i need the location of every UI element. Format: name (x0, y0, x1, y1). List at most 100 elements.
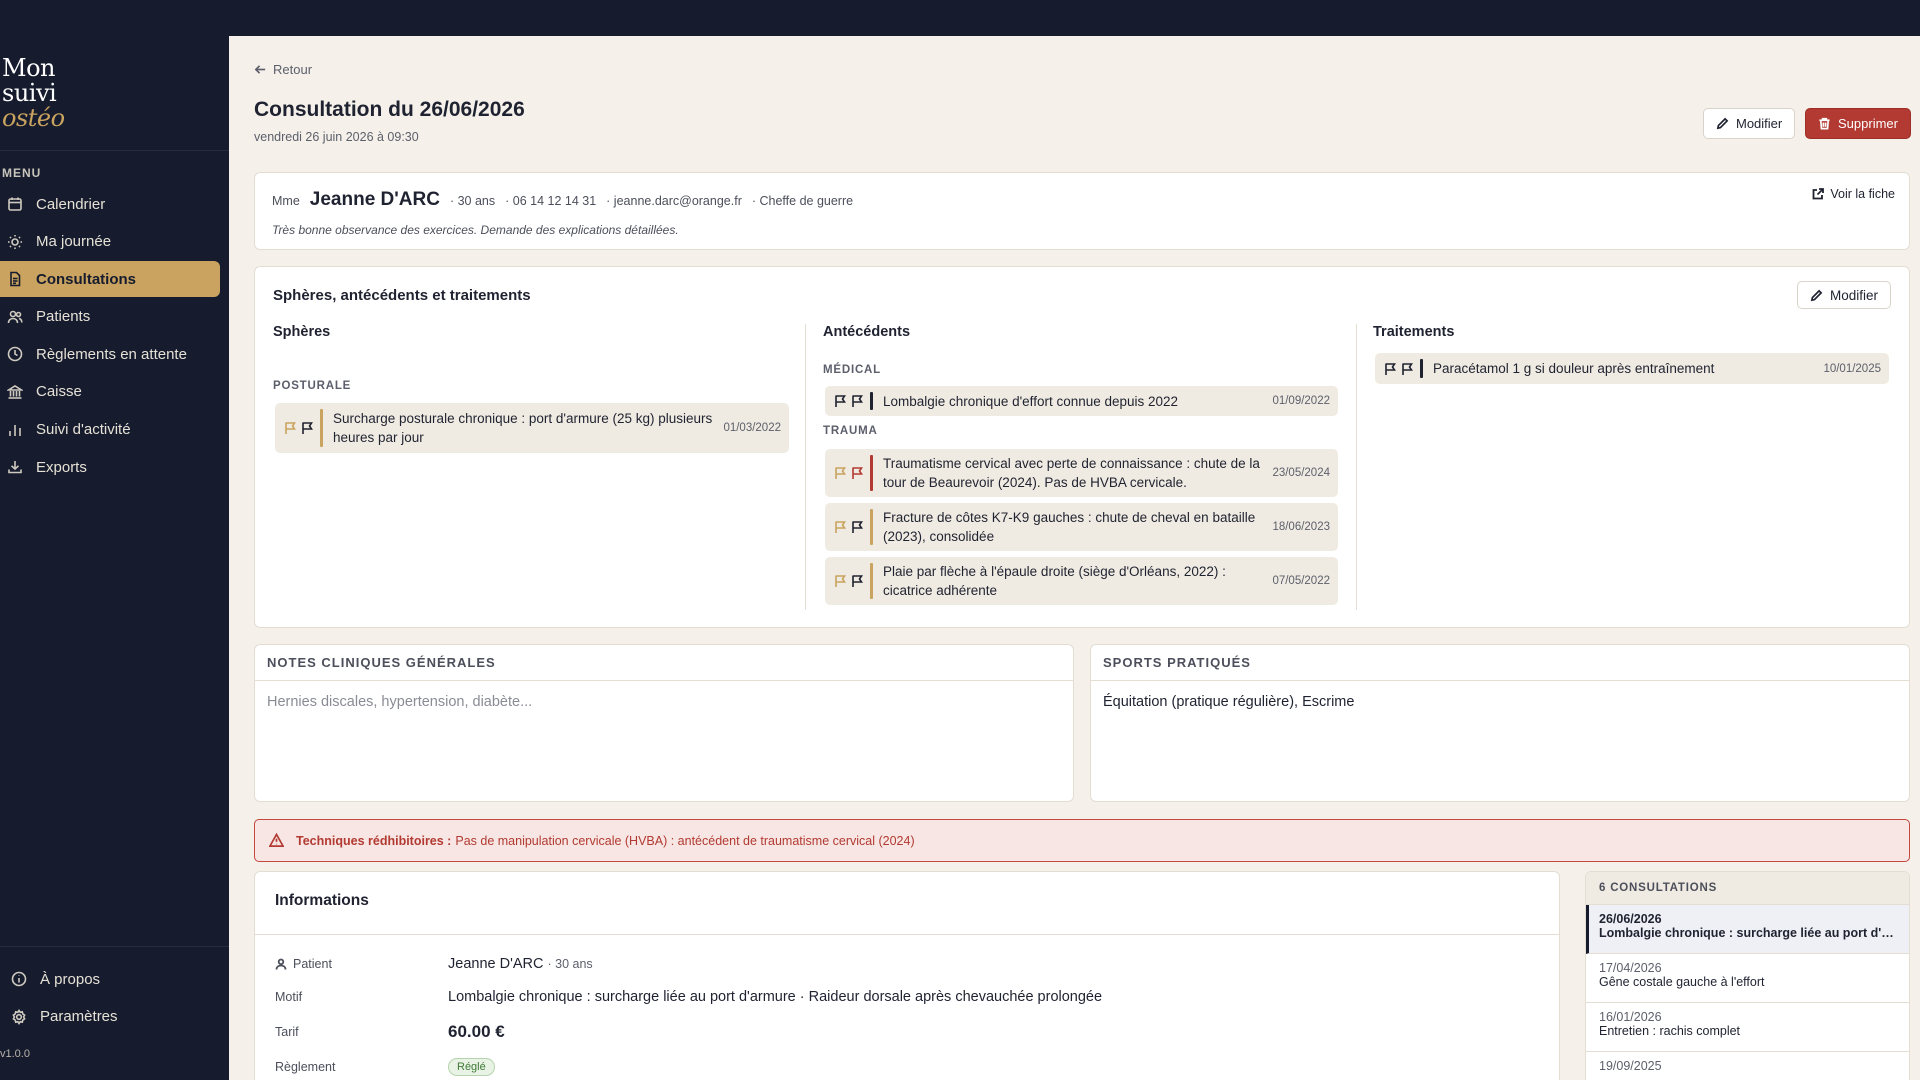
traitement-item[interactable]: Paracétamol 1 g si douleur après entraîn… (1375, 353, 1889, 384)
sidebar-item-caisse[interactable]: Caisse (0, 374, 220, 410)
delete-button[interactable]: Supprimer (1805, 108, 1911, 139)
severity-bar (870, 563, 873, 599)
flag-group (834, 466, 870, 480)
contraindication-alert: Techniques rédhibitoires : Pas de manipu… (254, 819, 1910, 862)
info-value-tarif: 60.00 € (448, 1022, 505, 1041)
voir-fiche-link[interactable]: Voir la fiche (1812, 187, 1895, 201)
users-icon (6, 308, 24, 326)
clinical-notes-input[interactable]: Hernies discales, hypertension, diabète.… (255, 681, 1073, 723)
flag-icon[interactable] (834, 574, 847, 588)
consultation-date: 19/09/2025 (1599, 1059, 1662, 1073)
spheres-column: Sphères (273, 324, 330, 340)
antecedent-item[interactable]: Traumatisme cervical avec perte de conna… (825, 449, 1338, 497)
consultation-list-item[interactable]: 19/09/2025 (1586, 1052, 1909, 1080)
user-icon (275, 958, 287, 970)
item-text: Surcharge posturale chronique : port d'a… (333, 411, 713, 445)
item-text: Plaie par flèche à l'épaule droite (sièg… (883, 564, 1226, 598)
info-label-patient: Patient (275, 957, 448, 971)
sidebar-item-consultations[interactable]: Consultations (0, 261, 220, 298)
sphere-item[interactable]: Surcharge posturale chronique : port d'a… (275, 403, 789, 453)
flag-icon[interactable] (1384, 362, 1397, 376)
spheres-title: Sphères (273, 324, 331, 340)
document-icon (6, 270, 24, 288)
sidebar-item-ma-journee[interactable]: Ma journée (0, 224, 220, 260)
sports-input[interactable]: Équitation (pratique régulière), Escrime (1091, 681, 1909, 723)
sidebar-item-suivi-activite[interactable]: Suivi d'activité (0, 412, 220, 448)
sidebar-item-label: Exports (36, 458, 87, 476)
history-modify-button[interactable]: Modifier (1796, 281, 1891, 309)
flag-icon[interactable] (851, 574, 864, 588)
sidebar-bottom-divider (0, 946, 229, 947)
info-label-text: Patient (293, 957, 332, 971)
antecedent-item[interactable]: Lombalgie chronique d'effort connue depu… (825, 386, 1338, 416)
delete-label: Supprimer (1838, 116, 1898, 131)
modify-label: Modifier (1736, 116, 1783, 131)
sidebar-item-label: Ma journée (36, 233, 112, 251)
consultation-motif: Lombalgie chronique : surcharge liée au … (1599, 926, 1896, 940)
patient-summary: Mme Jeanne D'ARC · 30 ans · 06 14 12 14 … (272, 189, 853, 211)
antecedents-column: Antécédents (823, 324, 910, 340)
flag-group (1384, 362, 1420, 376)
sidebar-item-reglements[interactable]: Règlements en attente (0, 336, 220, 372)
sidebar-item-label: Paramètres (40, 1008, 118, 1026)
back-link[interactable]: Retour (254, 62, 312, 77)
flag-icon[interactable] (834, 520, 847, 534)
arrow-left-icon (254, 65, 266, 74)
info-value-motif: Lombalgie chronique : surcharge liée au … (448, 989, 1103, 1005)
clock-icon (6, 345, 24, 363)
history-card: Sphères, antécédents et traitements Modi… (254, 266, 1910, 628)
warning-icon (269, 833, 284, 847)
flag-icon[interactable] (284, 421, 297, 435)
sun-icon (6, 233, 24, 251)
sidebar-item-calendrier[interactable]: Calendrier (0, 186, 220, 222)
pencil-icon (1810, 289, 1823, 301)
flag-icon[interactable] (834, 466, 847, 480)
flag-icon[interactable] (301, 421, 314, 435)
calendar-icon (6, 195, 24, 213)
item-text: Traumatisme cervical avec perte de conna… (883, 456, 1260, 490)
main-content: Retour Consultation du 26/06/2026 vendre… (229, 36, 1920, 1080)
info-patient-name: Jeanne D'ARC (448, 956, 544, 972)
modify-button[interactable]: Modifier (1703, 108, 1796, 139)
flag-icon[interactable] (851, 466, 864, 480)
consultation-date: 17/04/2026 (1599, 961, 1662, 975)
spheres-category: POSTURALE (273, 380, 352, 392)
download-icon (6, 458, 24, 476)
back-label: Retour (273, 62, 313, 77)
sidebar-item-parametres[interactable]: Paramètres (10, 999, 210, 1035)
antecedent-item[interactable]: Fracture de côtes K7-K9 gauches : chute … (825, 503, 1338, 551)
consultation-date: 26/06/2026 (1599, 912, 1662, 926)
antecedent-item[interactable]: Plaie par flèche à l'épaule droite (sièg… (825, 557, 1338, 605)
patient-email: · jeanne.darc@orange.fr (606, 194, 742, 208)
sidebar-item-label: Règlements en attente (36, 345, 187, 363)
page-title: Consultation du 26/06/2026 (254, 98, 525, 121)
severity-bar (1420, 359, 1423, 378)
payment-status-badge: Réglé (448, 1058, 495, 1076)
sidebar-item-a-propos[interactable]: À propos (10, 961, 210, 997)
item-date: 23/05/2024 (1272, 467, 1330, 479)
patient-age: · 30 ans (449, 194, 496, 208)
patient-card: Mme Jeanne D'ARC · 30 ans · 06 14 12 14 … (254, 172, 1910, 250)
consultation-list-item[interactable]: 16/01/2026 Entretien : rachis complet (1586, 1003, 1909, 1052)
info-row-motif: Motif Lombalgie chronique : surcharge li… (275, 989, 1102, 1005)
flag-icon[interactable] (851, 520, 864, 534)
bar-chart-icon (6, 421, 24, 439)
sidebar-nav: Calendrier Ma journée Consultations Pati… (0, 186, 229, 487)
patient-phone: · 06 14 12 14 31 (505, 194, 597, 208)
flag-icon[interactable] (834, 394, 847, 408)
app-logo[interactable]: Mon suivi ostéo (2, 56, 65, 131)
page-subtitle: vendredi 26 juin 2026 à 09:30 (254, 130, 419, 144)
consultation-motif: Entretien : rachis complet (1599, 1024, 1741, 1038)
flag-group (834, 394, 870, 408)
patient-civility: Mme (272, 194, 300, 208)
flag-group (284, 421, 320, 435)
column-divider (1356, 324, 1357, 610)
consultation-list-item[interactable]: 26/06/2026 Lombalgie chronique : surchar… (1586, 905, 1909, 954)
alert-label: Techniques rédhibitoires : (296, 833, 452, 848)
info-value-patient[interactable]: Jeanne D'ARC · 30 ans (448, 956, 593, 972)
flag-icon[interactable] (1401, 362, 1414, 376)
flag-icon[interactable] (851, 394, 864, 408)
consultation-list-item[interactable]: 17/04/2026 Gêne costale gauche à l'effor… (1586, 954, 1909, 1003)
sidebar-item-exports[interactable]: Exports (0, 449, 220, 485)
sidebar-item-patients[interactable]: Patients (0, 299, 220, 335)
